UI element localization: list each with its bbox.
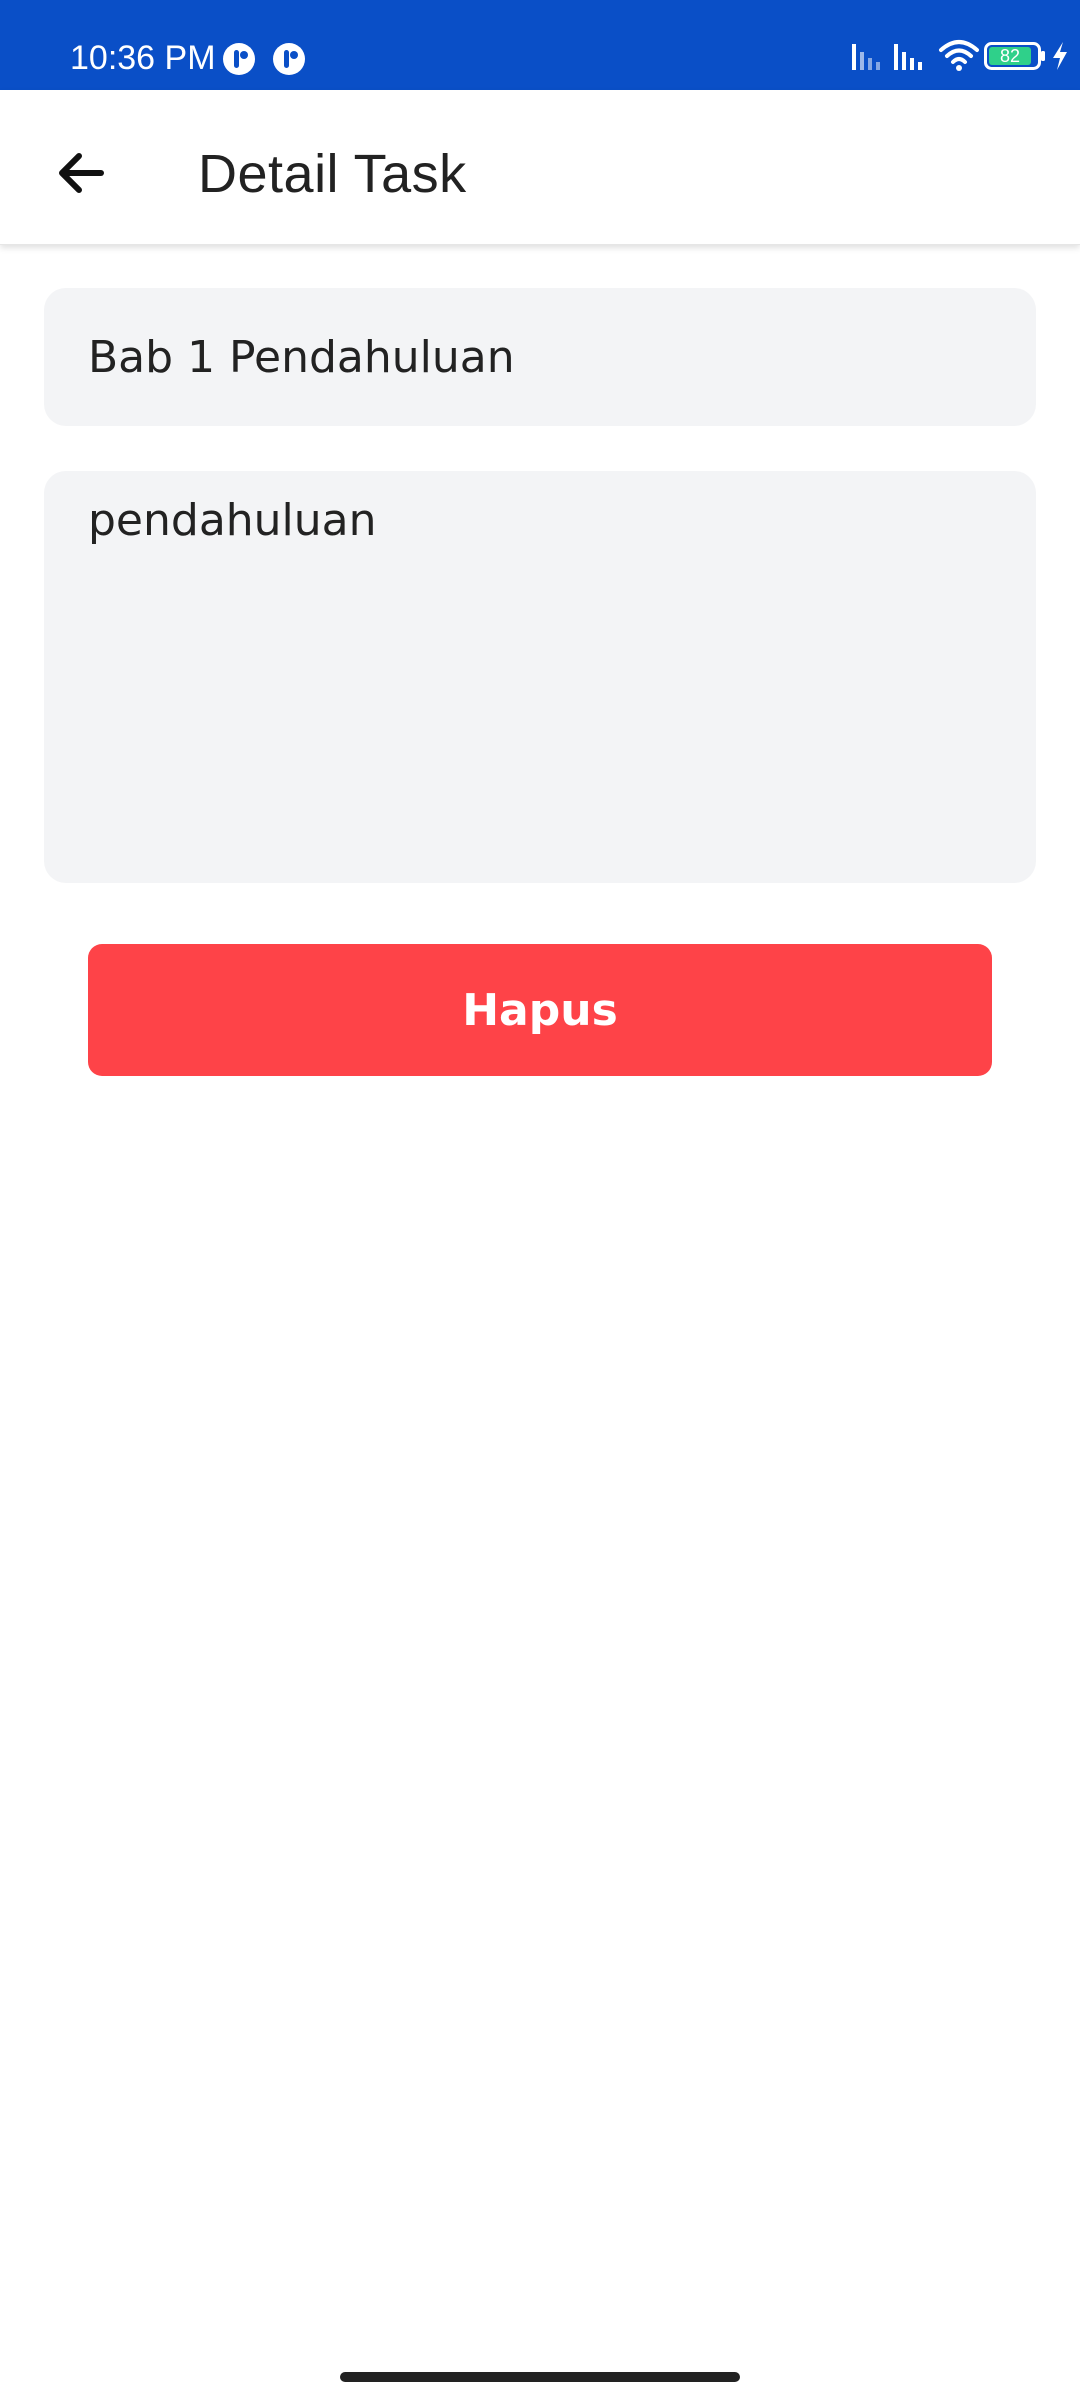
- page-title: Detail Task: [198, 144, 467, 204]
- task-title-field[interactable]: Bab 1 Pendahuluan: [44, 288, 1036, 426]
- task-description-field[interactable]: pendahuluan: [44, 471, 1036, 883]
- delete-button[interactable]: Hapus: [88, 944, 992, 1076]
- app-notification-icon: [273, 43, 305, 75]
- home-indicator[interactable]: [340, 2372, 740, 2382]
- arrow-left-icon: [59, 153, 104, 193]
- signal-icon: [894, 44, 922, 70]
- signal-icon: [852, 44, 880, 70]
- app-notification-icon: [223, 43, 255, 75]
- status-time: 10:36 PM: [70, 39, 216, 77]
- charging-icon: [1053, 42, 1067, 70]
- wifi-icon: [939, 40, 979, 71]
- status-bar: 10:36 PM 82: [0, 0, 1080, 90]
- back-button[interactable]: [36, 128, 126, 218]
- app-bar: Detail Task: [0, 90, 1080, 245]
- battery-level: 82: [999, 46, 1021, 66]
